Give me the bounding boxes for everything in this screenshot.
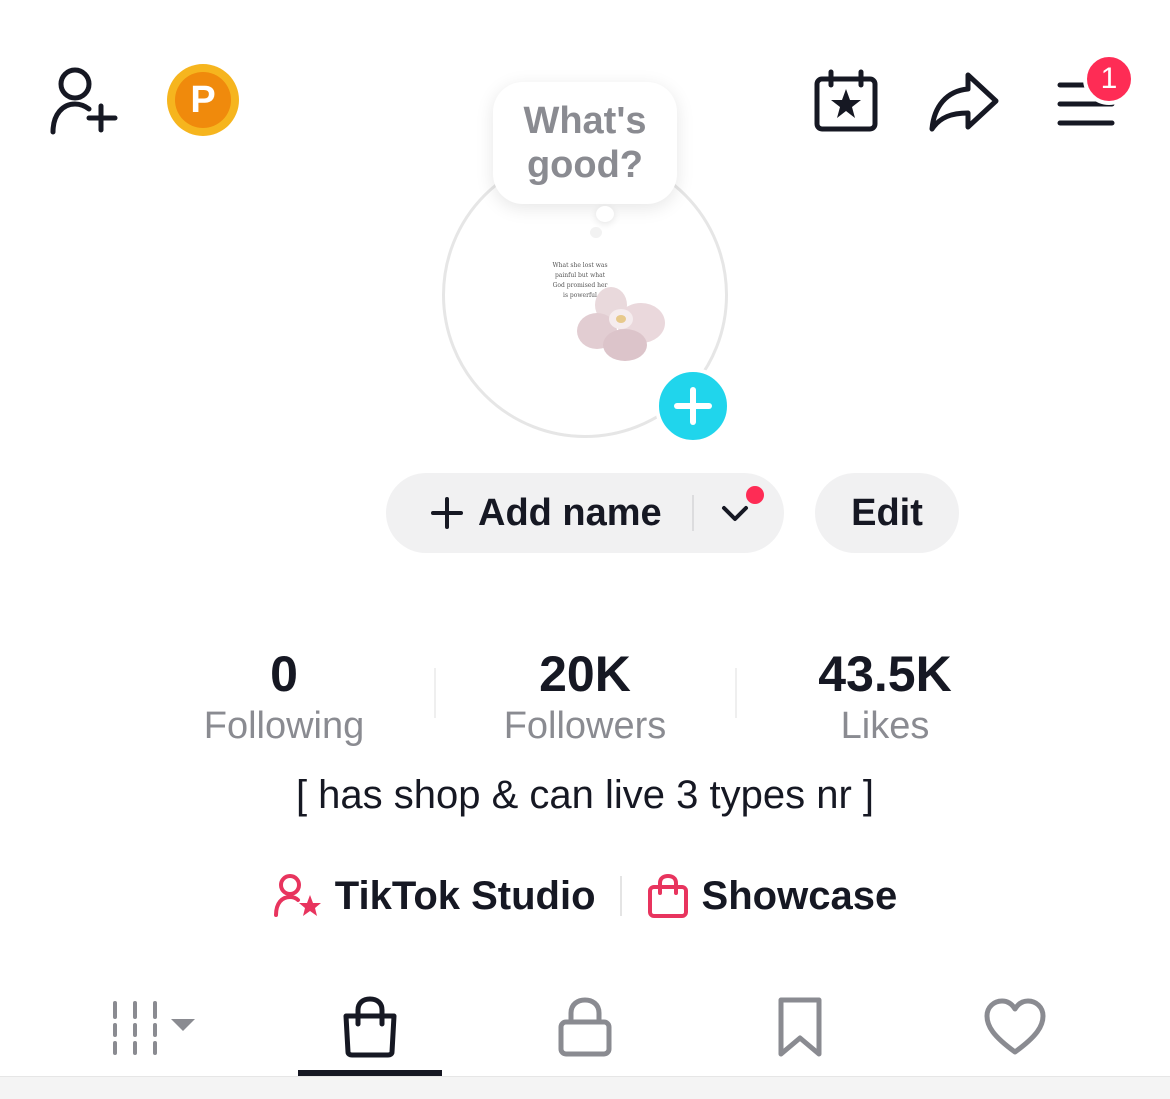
menu-notification-badge: 1 bbox=[1083, 53, 1135, 105]
tab-liked[interactable] bbox=[940, 978, 1090, 1076]
tab-private[interactable] bbox=[510, 978, 660, 1076]
profile-links: TikTok Studio Showcase bbox=[0, 862, 1170, 930]
add-name-label: Add name bbox=[478, 491, 662, 534]
calendar-star-icon bbox=[814, 69, 878, 132]
name-dropdown-toggle[interactable] bbox=[720, 502, 750, 524]
avatar-quote-line: is powerful bbox=[563, 292, 597, 299]
person-plus-icon bbox=[50, 67, 118, 135]
coin-letter: P bbox=[175, 72, 231, 128]
stat-divider bbox=[434, 668, 436, 718]
heart-icon bbox=[984, 998, 1046, 1055]
add-avatar-button[interactable] bbox=[655, 368, 731, 444]
bookmark-icon bbox=[778, 997, 822, 1057]
new-indicator-dot bbox=[744, 484, 766, 506]
add-name-button[interactable]: Add name bbox=[386, 473, 784, 553]
avatar-quote-line: painful but what bbox=[555, 272, 606, 279]
coin-icon: P bbox=[167, 64, 239, 136]
chevron-down-icon bbox=[721, 506, 748, 521]
tiktok-studio-label: TikTok Studio bbox=[334, 873, 596, 918]
stat-label: Likes bbox=[840, 705, 930, 747]
stat-value: 0 bbox=[270, 646, 298, 702]
plus-icon bbox=[674, 387, 712, 425]
bubble-tail bbox=[596, 206, 614, 222]
showcase-link[interactable]: Showcase bbox=[646, 873, 898, 919]
stat-label: Following bbox=[203, 705, 365, 747]
stat-label: Followers bbox=[503, 705, 667, 747]
calendar-button[interactable] bbox=[810, 66, 882, 136]
add-friends-button[interactable] bbox=[44, 62, 124, 140]
content-area-top bbox=[0, 1076, 1170, 1099]
bubble-tail-small bbox=[590, 227, 602, 238]
status-bubble[interactable]: What's good? bbox=[493, 82, 677, 204]
avatar-quote-line: What she lost was bbox=[552, 262, 607, 269]
avatar-quote-line: God promised her bbox=[553, 282, 608, 289]
profile-tabs bbox=[0, 978, 1170, 1076]
edit-profile-button[interactable]: Edit bbox=[815, 473, 959, 553]
plus-icon bbox=[431, 497, 463, 529]
status-bubble-line1: What's bbox=[523, 100, 647, 142]
tiktok-studio-link[interactable]: TikTok Studio bbox=[273, 873, 596, 919]
showcase-label: Showcase bbox=[701, 873, 898, 918]
share-button[interactable] bbox=[926, 66, 1002, 136]
stat-following[interactable]: 0 Following bbox=[154, 645, 414, 749]
person-star-icon bbox=[273, 874, 321, 917]
shopping-bag-icon bbox=[343, 996, 397, 1058]
stat-value: 43.5K bbox=[818, 646, 952, 702]
coins-button[interactable]: P bbox=[167, 64, 239, 136]
links-divider bbox=[619, 876, 622, 916]
tab-shop[interactable] bbox=[295, 978, 445, 1076]
stat-value: 20K bbox=[539, 646, 631, 702]
share-arrow-icon bbox=[929, 72, 999, 132]
profile-bio[interactable]: [ has shop & can live 3 types nr ] bbox=[0, 773, 1170, 818]
pill-divider bbox=[691, 495, 694, 531]
status-bubble-line2: good? bbox=[526, 144, 644, 186]
tab-saved[interactable] bbox=[725, 978, 875, 1076]
edit-label: Edit bbox=[851, 491, 923, 534]
tab-videos[interactable] bbox=[80, 978, 230, 1076]
stat-followers[interactable]: 20K Followers bbox=[455, 645, 715, 749]
stat-likes[interactable]: 43.5K Likes bbox=[755, 645, 1015, 749]
stat-divider bbox=[735, 668, 737, 718]
shopping-bag-icon bbox=[647, 873, 688, 918]
lock-icon bbox=[558, 997, 612, 1057]
grid-icon bbox=[113, 1001, 195, 1055]
